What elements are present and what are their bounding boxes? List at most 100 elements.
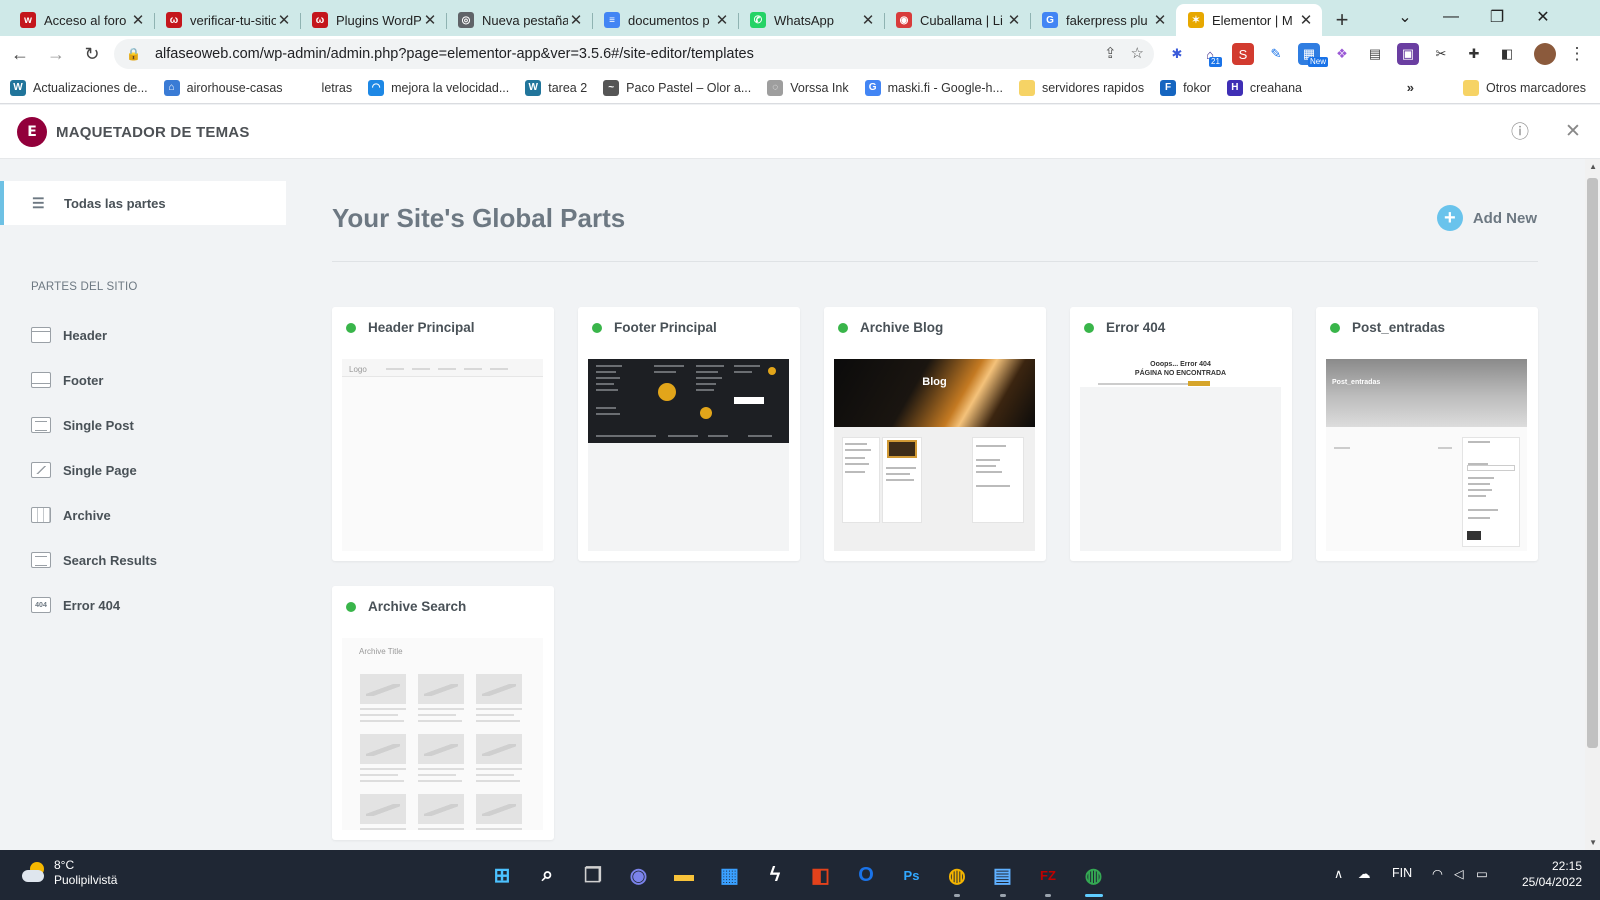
volume-icon[interactable]: ◁	[1454, 866, 1464, 881]
bookmark-star-icon[interactable]: ☆	[1131, 44, 1144, 62]
teams-chat-icon[interactable]: ◉	[624, 860, 654, 890]
weather-widget[interactable]: 8°C Puolipilvistä	[22, 858, 117, 888]
card-thumbnail[interactable]: Post_entradas	[1326, 359, 1527, 551]
template-card-post[interactable]: Post_entradas Post_entradas	[1316, 307, 1538, 561]
forward-button[interactable]: →	[40, 38, 72, 70]
tab-search-button[interactable]: ⌄	[1382, 0, 1428, 34]
paint-extension-icon[interactable]: ❖	[1331, 43, 1353, 65]
add-new-button[interactable]: + Add New	[1436, 205, 1537, 231]
tab-7[interactable]: Gfakerpress plu ✕	[1030, 4, 1176, 36]
tab-8[interactable]: ✶ Elementor | M ✕	[1176, 4, 1322, 36]
bookmark-8[interactable]: servidores rapidos	[1018, 79, 1144, 96]
template-card-blog[interactable]: Archive Blog Blog	[824, 307, 1046, 561]
window-close-button[interactable]: ✕	[1520, 0, 1566, 34]
info-icon[interactable]: ⓘ	[1508, 119, 1532, 143]
card-thumbnail[interactable]: Blog	[834, 359, 1035, 551]
file-explorer-icon[interactable]: ▬	[669, 860, 699, 890]
onedrive-cloud-icon[interactable]: ☁	[1358, 866, 1371, 881]
share-icon[interactable]: ⇪	[1104, 44, 1117, 62]
tab-close-icon[interactable]: ✕	[276, 11, 292, 29]
tray-overflow-icon[interactable]: ∧	[1334, 866, 1343, 881]
url-text[interactable]: alfaseoweb.com/wp-admin/admin.php?page=e…	[155, 46, 754, 62]
sidebar-item-header[interactable]: Header	[31, 327, 107, 343]
office-icon[interactable]: ◧	[806, 860, 836, 890]
pen-extension-icon[interactable]: ✎	[1265, 43, 1287, 65]
bookmark-0[interactable]: W Actualizaciones de...	[10, 79, 148, 96]
close-app-icon[interactable]: ✕	[1561, 119, 1585, 143]
template-card-search[interactable]: Archive Search Archive Title	[332, 586, 554, 840]
tab-close-icon[interactable]: ✕	[860, 11, 876, 29]
card-thumbnail[interactable]: Ooops... Error 404 PÁGINA NO ENCONTRADA	[1080, 359, 1281, 551]
tab-close-icon[interactable]: ✕	[1006, 11, 1022, 29]
sidebar-item-all-parts[interactable]: ☰ Todas las partes	[0, 181, 286, 225]
sidebar-item-single-page[interactable]: Single Page	[31, 462, 137, 478]
doc-extension-icon[interactable]: ▤	[1364, 43, 1386, 65]
scissors-extension-icon[interactable]: ✂	[1430, 43, 1452, 65]
winscp-icon[interactable]: ϟ	[760, 860, 790, 890]
bookmark-7[interactable]: Gmaski.fi - Google-h...	[864, 79, 1003, 96]
sidebar-item-single-post[interactable]: Single Post	[31, 417, 134, 433]
tab-2[interactable]: ω Plugins WordPress✕	[300, 4, 446, 36]
tab-4[interactable]: ≡ documentos p ✕	[592, 4, 738, 36]
template-card-error[interactable]: Error 404 Ooops... Error 404 PÁGINA NO ENC…	[1070, 307, 1292, 561]
notepad-icon[interactable]: ▤	[988, 860, 1018, 890]
language-indicator[interactable]: FIN	[1392, 866, 1412, 880]
search-icon[interactable]: ⌕	[533, 860, 563, 890]
template-card-footer[interactable]: Footer Principal	[578, 307, 800, 561]
browser-menu-icon[interactable]: ⋮	[1566, 43, 1588, 65]
other-bookmarks-folder[interactable]: Otros marcadores	[1462, 79, 1586, 96]
bookmark-3[interactable]: ◠ mejora la velocidad...	[368, 79, 509, 96]
card-thumbnail[interactable]: Archive Title	[342, 638, 543, 830]
battery-icon[interactable]: ▭	[1476, 866, 1488, 881]
microsoft-store-icon[interactable]: ▦	[715, 860, 745, 890]
sidebar-item-archive[interactable]: Archive	[31, 507, 111, 523]
scroll-down-icon[interactable]: ▼	[1589, 838, 1597, 847]
task-view-icon[interactable]: ❐	[578, 860, 608, 890]
bookmark-6[interactable]: ◌ Vorssa Ink	[767, 79, 849, 96]
address-bar[interactable]: 🔒 alfaseoweb.com/wp-admin/admin.php?page…	[114, 39, 1154, 69]
minimize-button[interactable]: —	[1428, 0, 1474, 34]
back-button[interactable]: ←	[4, 38, 36, 70]
tab-6[interactable]: ◉ Cuballama | Li ✕	[884, 4, 1030, 36]
tab-0[interactable]: w Acceso al foro ✕	[8, 4, 154, 36]
reload-button[interactable]: ↻	[76, 38, 108, 70]
tab-5[interactable]: ✆ WhatsApp ✕	[738, 4, 884, 36]
tab-1[interactable]: ω verificar-tu-sitio ✕	[154, 4, 300, 36]
windows-start-icon[interactable]: ⊞	[487, 860, 517, 890]
bookmark-1[interactable]: ⌂ airorhouse-casas	[163, 79, 283, 96]
tab-close-icon[interactable]: ✕	[714, 11, 730, 29]
template-card-header[interactable]: Header Principal Logo	[332, 307, 554, 561]
tab-close-icon[interactable]: ✕	[130, 11, 146, 29]
bookmark-4[interactable]: Wtarea 2	[525, 79, 587, 96]
tab-close-icon[interactable]: ✕	[1298, 11, 1314, 29]
card-thumbnail[interactable]: Logo	[342, 359, 543, 551]
chrome-canary-icon[interactable]: ◍	[942, 860, 972, 890]
bookmark-5[interactable]: ~ Paco Pastel – Olor a...	[603, 79, 751, 96]
sidepanel-extension-icon[interactable]: ◧	[1496, 43, 1518, 65]
scroll-up-icon[interactable]: ▲	[1589, 162, 1597, 171]
sidebar-item-search-results[interactable]: Search Results	[31, 552, 157, 568]
tab-close-icon[interactable]: ✕	[422, 11, 438, 29]
tab-close-icon[interactable]: ✕	[568, 11, 584, 29]
image-extension-icon[interactable]: ▣	[1397, 43, 1419, 65]
sidebar-item-footer[interactable]: Footer	[31, 372, 103, 388]
new-tab-button[interactable]: +	[1326, 4, 1358, 36]
main-scrollbar-thumb[interactable]	[1587, 178, 1598, 748]
tab-close-icon[interactable]: ✕	[1152, 11, 1168, 29]
sidebar-item-error-404[interactable]: 404 Error 404	[31, 597, 120, 613]
seo-extension-icon[interactable]: S	[1232, 43, 1254, 65]
photoshop-icon[interactable]: Ps	[897, 860, 927, 890]
system-clock[interactable]: 22:15 25/04/2022	[1522, 858, 1582, 890]
bookmark-2[interactable]: letras	[299, 80, 353, 96]
bookmark-9[interactable]: Ffokor	[1160, 79, 1211, 96]
puzzle-extension-icon[interactable]: ✚	[1463, 43, 1485, 65]
restore-button[interactable]: ❐	[1474, 0, 1520, 34]
card-thumbnail[interactable]	[588, 359, 789, 551]
outlook-icon[interactable]: O	[851, 860, 881, 890]
tab-3[interactable]: ◎ Nueva pestaña ✕	[446, 4, 592, 36]
wifi-icon[interactable]: ◠	[1432, 866, 1443, 881]
lock-icon[interactable]: 🔒	[126, 47, 141, 61]
filezilla-icon[interactable]: FZ	[1033, 860, 1063, 890]
bookmark-10[interactable]: Hcreahana	[1226, 79, 1302, 96]
bug-extension-icon[interactable]: ✱	[1166, 43, 1188, 65]
